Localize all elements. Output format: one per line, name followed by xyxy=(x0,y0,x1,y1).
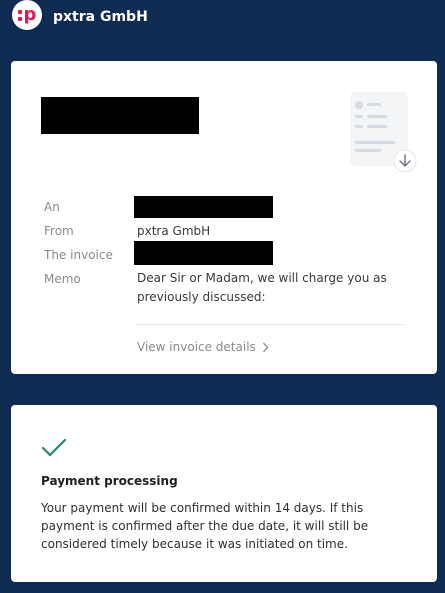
document-download-icon xyxy=(350,92,417,173)
from-label: From xyxy=(44,224,74,238)
payment-status-card: Payment processing Your payment will be … xyxy=(11,405,437,582)
redacted-amount xyxy=(41,97,199,134)
redacted-invoice-number xyxy=(134,241,273,265)
status-title: Payment processing xyxy=(41,474,178,488)
view-invoice-details-label: View invoice details xyxy=(137,340,256,354)
redacted-recipient xyxy=(134,196,273,218)
company-name: pxtra GmbH xyxy=(53,9,148,25)
app-header: p pxtra GmbH xyxy=(12,0,148,31)
check-icon xyxy=(41,438,67,457)
pxtra-logo: p xyxy=(12,0,42,30)
to-label: An xyxy=(44,200,60,214)
view-invoice-details-link[interactable]: View invoice details xyxy=(137,340,269,354)
from-value: pxtra GmbH xyxy=(137,224,211,238)
status-description: Your payment will be confirmed within 14… xyxy=(41,501,369,551)
invoice-card: An From pxtra GmbH The invoice Memo Dear… xyxy=(11,61,437,374)
chevron-right-icon xyxy=(262,342,269,352)
divider xyxy=(137,324,404,325)
invoice-label: The invoice xyxy=(44,248,113,262)
memo-label: Memo xyxy=(44,272,81,286)
memo-value: Dear Sir or Madam, we will charge you as… xyxy=(137,271,387,304)
